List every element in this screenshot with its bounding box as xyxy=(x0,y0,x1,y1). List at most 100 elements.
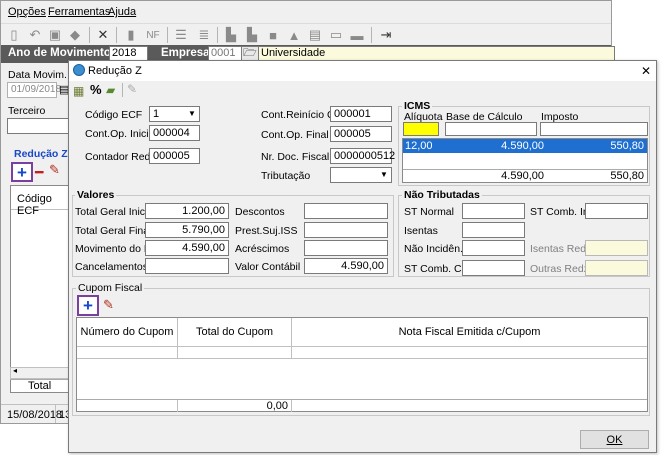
toolbar: ▯ ↶ ▣ ◆ ✕ ▮ NF ☰ ≣ ▙ ▙ ■ ▲ ▤ ▭ ▬ ⇥ xyxy=(1,23,611,45)
chevron-down-icon: ▼ xyxy=(188,109,196,118)
status-separator xyxy=(55,405,56,423)
base-cell: 4.590,00 xyxy=(501,140,544,152)
new-document-icon[interactable]: ▯ xyxy=(6,27,22,43)
total-cupom-header[interactable]: Total do Cupom xyxy=(178,326,291,338)
chevron-down-icon: ▼ xyxy=(380,170,388,179)
horizontal-scrollbar[interactable]: ◂ xyxy=(10,366,70,379)
total-label: Total xyxy=(28,380,52,392)
ok-button[interactable]: OK xyxy=(580,430,649,449)
cont-reinicio-field[interactable]: 000001 xyxy=(330,106,392,122)
pane-icon[interactable]: ▭ xyxy=(328,27,344,43)
terceiro-field[interactable] xyxy=(7,118,69,134)
valor-contabil-field[interactable]: 4.590,00 xyxy=(304,258,388,274)
valores-title: Valores xyxy=(75,189,117,201)
descontos-field[interactable] xyxy=(304,203,388,219)
imposto-cell: 550,80 xyxy=(610,140,644,152)
document-icon[interactable]: ▮ xyxy=(123,27,139,43)
toolbar-separator xyxy=(116,27,117,43)
toolbar-separator xyxy=(371,27,372,43)
total-geral-final-field[interactable]: 5.790,00 xyxy=(145,222,229,238)
menu-ferramentas[interactable]: Ferramentas xyxy=(48,6,110,18)
book-icon[interactable]: ▙ xyxy=(223,27,239,43)
st-comb-cons-field[interactable] xyxy=(462,260,525,276)
company-label: Empresa xyxy=(161,47,210,59)
outras-redz-field xyxy=(585,260,648,276)
nf-icon[interactable]: NF xyxy=(145,27,161,43)
total-base-cell: 4.590,00 xyxy=(501,170,544,182)
outras-redz-label: Outras Redz. xyxy=(530,263,592,275)
cancelamentos-field[interactable] xyxy=(145,258,229,274)
add-cupom-button[interactable]: + xyxy=(77,295,99,316)
cupom-empty-row[interactable] xyxy=(77,347,647,359)
data-movim-label: Data Movim. xyxy=(8,69,67,81)
st-normal-field[interactable] xyxy=(462,203,525,219)
tributacao-select[interactable]: ▼ xyxy=(330,167,392,183)
undo-icon[interactable]: ↶ xyxy=(27,27,43,43)
terceiro-label: Terceiro xyxy=(8,105,46,117)
isentas-redz-field xyxy=(585,240,648,256)
contador-red-z-field[interactable]: 000005 xyxy=(149,148,200,164)
reducao-z-dialog: Redução Z ✕ ▦ % ▰ ✎ Código ECF 1 ▼ Cont.… xyxy=(68,60,657,453)
book-icon[interactable]: ▙ xyxy=(244,27,260,43)
percent-icon[interactable]: % xyxy=(90,82,102,97)
cupom-header-row: Número do Cupom Total do Cupom Nota Fisc… xyxy=(77,318,647,347)
nr-doc-fiscal-field[interactable]: 0000000512 xyxy=(330,148,395,164)
cont-op-final-field[interactable]: 000005 xyxy=(330,126,392,142)
edit-pencil-icon[interactable]: ✎ xyxy=(103,297,114,313)
nao-incidencia-field[interactable] xyxy=(462,240,525,256)
total-imposto-cell: 550,80 xyxy=(610,170,644,182)
remove-reducao-icon[interactable]: ━ xyxy=(35,164,43,181)
cupom-total-value: 0,00 xyxy=(266,400,288,412)
list-icon[interactable]: ≣ xyxy=(196,27,212,43)
edit-pencil-icon[interactable]: ✎ xyxy=(49,162,60,178)
nota-fiscal-header[interactable]: Nota Fiscal Emitida c/Cupom xyxy=(292,326,647,338)
icms-row-selected[interactable]: 12,00 4.590,00 550,80 xyxy=(403,139,647,153)
toolbar-separator xyxy=(122,83,123,97)
codigo-ecf-select[interactable]: 1 ▼ xyxy=(149,106,200,122)
valor-contabil-label: Valor Contábil xyxy=(235,261,301,273)
cont-op-inicial-field[interactable]: 000004 xyxy=(149,125,200,141)
menu-opcoes[interactable]: Opções xyxy=(8,6,46,18)
st-comb-ind-field[interactable] xyxy=(585,203,648,219)
reducao-z-group-label: Redução Z xyxy=(14,148,68,160)
codigo-ecf-column-header[interactable]: Código ECF xyxy=(11,186,69,217)
year-label: Ano de Movimento xyxy=(8,47,111,59)
icms-total-row: 4.590,00 550,80 xyxy=(403,169,647,183)
ok-label: OK xyxy=(606,433,623,446)
exit-icon[interactable]: ⇥ xyxy=(378,27,394,43)
acrescimos-field[interactable] xyxy=(304,240,388,256)
save-icon[interactable]: ▣ xyxy=(47,27,63,43)
toolbar-separator xyxy=(167,27,168,43)
menu-ajuda[interactable]: Ajuda xyxy=(108,6,136,18)
eraser-icon[interactable]: ◆ xyxy=(67,27,83,43)
cupom-grid: Número do Cupom Total do Cupom Nota Fisc… xyxy=(76,317,648,412)
close-icon[interactable]: ✕ xyxy=(95,27,111,43)
data-movim-field[interactable]: 01/09/2018 xyxy=(7,82,61,98)
add-reducao-button[interactable]: + xyxy=(11,162,33,182)
toolbar-separator xyxy=(89,27,90,43)
prest-suj-iss-field[interactable] xyxy=(304,222,388,238)
movimento-dia-field[interactable]: 4.590,00 xyxy=(145,240,229,256)
base-calculo-input[interactable] xyxy=(445,122,537,136)
imposto-input[interactable] xyxy=(540,122,648,136)
total-geral-final-label: Total Geral Final xyxy=(75,225,152,237)
reducao-total-row: Total xyxy=(10,379,70,393)
cancelamentos-label: Cancelamentos xyxy=(75,261,148,273)
dash-icon[interactable]: ▬ xyxy=(349,27,365,43)
money-icon[interactable]: ▰ xyxy=(106,83,115,97)
edit-icon[interactable]: ✎ xyxy=(127,82,137,96)
total-geral-inicial-field[interactable]: 1.200,00 xyxy=(145,203,229,219)
nr-doc-fiscal-label: Nr. Doc. Fiscal xyxy=(261,151,330,163)
tree-icon[interactable]: ☰ xyxy=(173,27,189,43)
box-icon[interactable]: ■ xyxy=(265,27,281,43)
aliquota-input[interactable] xyxy=(403,122,439,136)
house-icon[interactable]: ▲ xyxy=(286,27,302,43)
tributacao-label: Tributação xyxy=(261,170,311,182)
cash-register-icon[interactable]: ▦ xyxy=(73,84,84,98)
close-button[interactable]: ✕ xyxy=(641,64,651,78)
app-icon xyxy=(73,64,85,76)
cabinet-icon[interactable]: ▤ xyxy=(307,27,323,43)
isentas-field[interactable] xyxy=(462,222,525,238)
numero-cupom-header[interactable]: Número do Cupom xyxy=(77,326,177,338)
dialog-title-bar: Redução Z ✕ xyxy=(69,61,656,81)
